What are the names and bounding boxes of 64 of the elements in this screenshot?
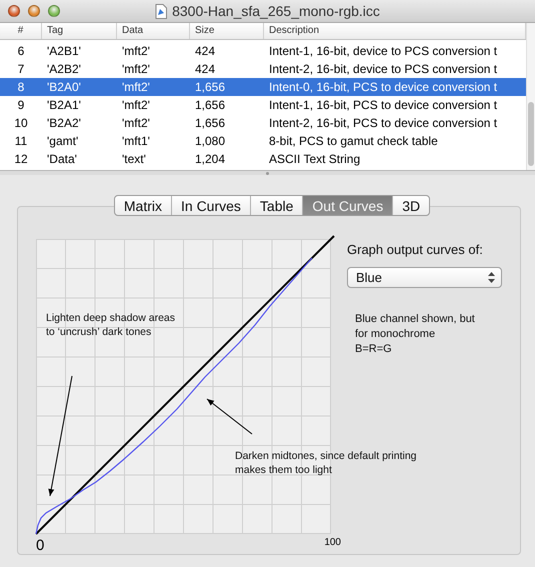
table-row[interactable]: 12 'Data' 'text' 1,204 ASCII Text String bbox=[0, 150, 526, 168]
table-cell-text: 12 bbox=[13, 152, 29, 166]
table-row[interactable]: 10 'B2A2' 'mft2' 1,656 Intent-2, 16-bit, PCS to device conversion t bbox=[0, 114, 526, 132]
graph-label: Graph output curves of: bbox=[347, 242, 484, 257]
table-cell-text: 6 bbox=[16, 44, 26, 58]
axis-label: 100 bbox=[324, 537, 341, 548]
table-cell-text: 424 bbox=[194, 44, 216, 58]
table-cell-text: 10 bbox=[13, 116, 29, 130]
table-cell-text: 7 bbox=[16, 62, 26, 76]
table-cell-text: 'B2A2' bbox=[46, 116, 82, 130]
splitter-handle[interactable] bbox=[266, 172, 269, 174]
table-cell-text: 'A2B1' bbox=[46, 44, 82, 58]
table-cell-text: 8 bbox=[16, 80, 26, 94]
table-cell-text: 424 bbox=[194, 62, 216, 76]
table-cell-text: 'B2A1' bbox=[46, 98, 82, 112]
column-header[interactable]: # bbox=[0, 23, 42, 39]
scrollbar-thumb[interactable] bbox=[528, 102, 534, 166]
table-row[interactable]: 6 'A2B1' 'mft2' 424 Intent-1, 16-bit, device to PCS conversion t bbox=[0, 42, 526, 60]
table-cell-text: 11 bbox=[14, 134, 28, 148]
table-cell-text: Intent-0, 16-bit, PCS to device conversion t bbox=[268, 80, 498, 94]
annotation-text: Lighten deep shadow areas to ‘uncrush’ dark tones bbox=[46, 311, 176, 339]
column-header[interactable]: Size bbox=[190, 23, 264, 39]
table-cell-text: 1,656 bbox=[194, 116, 226, 130]
table-cell-text: 'gamt' bbox=[46, 134, 80, 148]
table-row[interactable]: 11 'gamt' 'mft1' 1,080 8-bit, PCS to gamut check table bbox=[0, 132, 526, 150]
table-cell-text: Intent-2, 16-bit, device to PCS conversion t bbox=[268, 62, 498, 76]
document-icon bbox=[155, 4, 168, 18]
table-cell-text: 'A2B2' bbox=[46, 62, 82, 76]
table-cell-text: 'text' bbox=[121, 152, 147, 166]
table-cell-text: 1,656 bbox=[194, 98, 226, 112]
table-cell-text: 9 bbox=[16, 98, 26, 112]
table-cell-text: 1,204 bbox=[194, 152, 226, 166]
table-cell-text: 'mft2' bbox=[121, 44, 151, 58]
table-cell-text: 'mft1' bbox=[121, 134, 151, 148]
tab[interactable]: 3D bbox=[393, 196, 430, 215]
table-row[interactable]: 8 'B2A0' 'mft2' 1,656 Intent-0, 16-bit, PCS to device conversion t bbox=[0, 78, 526, 96]
table-cell-text: Intent-1, 16-bit, device to PCS conversion t bbox=[268, 44, 498, 58]
table-cell-text: Intent-2, 16-bit, PCS to device conversion t bbox=[268, 116, 498, 130]
channel-popup[interactable]: Blue bbox=[347, 267, 502, 288]
table-cell-text: 'mft2' bbox=[121, 98, 151, 112]
table-cell-text: 'mft2' bbox=[121, 62, 151, 76]
column-header[interactable]: Data bbox=[117, 23, 190, 39]
minimize-button[interactable] bbox=[28, 5, 40, 17]
table-cell-text: 'mft2' bbox=[121, 80, 151, 94]
window-title: 8300-Han_sfa_265_mono-rgb.icc bbox=[172, 3, 380, 19]
table-cell-text: 'Data' bbox=[46, 152, 78, 166]
table-cell-text: 1,080 bbox=[194, 134, 226, 148]
table-cell-text: 8-bit, PCS to gamut check table bbox=[268, 134, 439, 148]
close-button[interactable] bbox=[8, 5, 20, 17]
column-header[interactable]: Tag bbox=[42, 23, 117, 39]
table-row[interactable]: 9 'B2A1' 'mft2' 1,656 Intent-1, 16-bit, PCS to device conversion t bbox=[0, 96, 526, 114]
updown-icon bbox=[488, 272, 495, 283]
table-cell-text: 'mft2' bbox=[121, 116, 151, 130]
table-cell-text: ASCII Text String bbox=[268, 152, 362, 166]
annotation-text: Darken midtones, since default printing makes them too light bbox=[235, 449, 417, 477]
axis-label: 0 bbox=[36, 537, 44, 554]
note-text: Blue channel shown, but for monochrome B=R=G bbox=[355, 312, 476, 357]
annotation-arrow bbox=[206, 398, 252, 434]
table-cell-text: Intent-1, 16-bit, PCS to device conversion t bbox=[268, 98, 498, 112]
tab[interactable]: In Curves bbox=[172, 196, 251, 215]
table-cell-text: 1,656 bbox=[194, 80, 226, 94]
table-cell-text: 'B2A0' bbox=[46, 80, 82, 94]
table-row[interactable]: 7 'A2B2' 'mft2' 424 Intent-2, 16-bit, device to PCS conversion t bbox=[0, 60, 526, 78]
zoom-button[interactable] bbox=[48, 5, 60, 17]
